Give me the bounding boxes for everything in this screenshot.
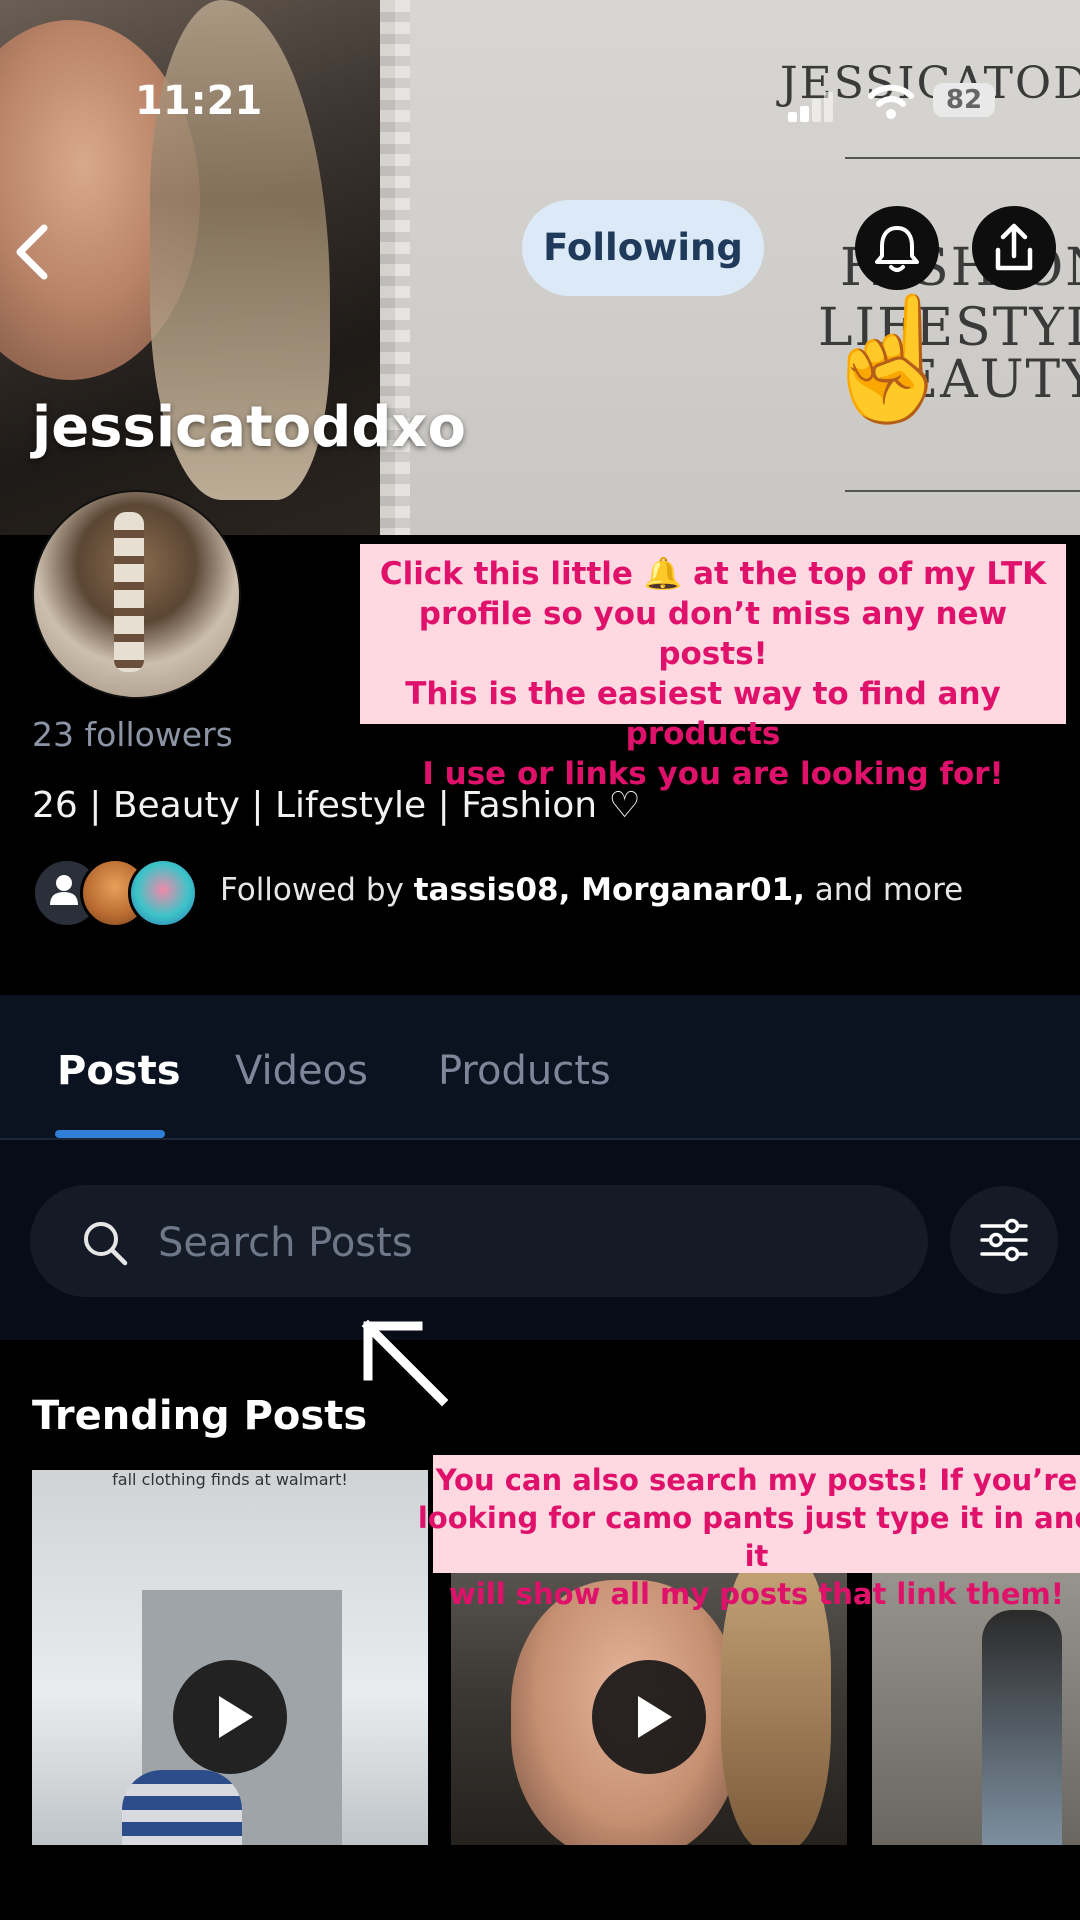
arrow-up-left-icon — [361, 1319, 449, 1407]
post-caption: fall clothing finds at walmart! — [112, 1470, 348, 1489]
status-time: 11:21 — [135, 78, 263, 124]
back-arrow-icon[interactable] — [10, 222, 54, 282]
bell-tip-line: profile so you don’t miss any new posts! — [418, 596, 1008, 672]
followed-by-text[interactable]: Followed by tassis08, Morganar01, and mo… — [220, 872, 963, 908]
following-button[interactable]: Following — [522, 200, 764, 296]
trending-posts-title: Trending Posts — [32, 1393, 368, 1439]
followed-by-prefix: Followed by — [220, 872, 414, 908]
mutual-avatar — [128, 858, 198, 928]
filter-icon — [980, 1218, 1028, 1262]
filter-button[interactable] — [950, 1186, 1058, 1294]
play-icon — [219, 1696, 253, 1738]
banner-paper-divider — [845, 157, 1080, 159]
bell-icon — [875, 226, 919, 272]
followed-by-names: tassis08, Morganar01, — [413, 872, 805, 908]
search-tip-line: You can also search my posts! If you’re — [435, 1463, 1078, 1497]
bell-tip-line: This is the easiest way to find any prod… — [405, 676, 1001, 752]
play-button[interactable] — [592, 1660, 706, 1774]
play-icon — [638, 1696, 672, 1738]
profile-username: jessicatoddxo — [32, 395, 467, 460]
trending-post-thumbnail[interactable]: fall clothing finds at walmart! — [32, 1470, 428, 1845]
profile-bio: 26 | Beauty | Lifestyle | Fashion ♡ — [32, 785, 641, 826]
post-photo-person — [122, 1770, 242, 1845]
tab-videos[interactable]: Videos — [235, 1048, 368, 1094]
avatar-photo-detail — [114, 512, 144, 672]
post-photo-person — [982, 1610, 1062, 1845]
profile-avatar[interactable] — [32, 490, 241, 699]
tab-products[interactable]: Products — [438, 1048, 611, 1094]
search-tip-line: looking for camo pants just type it in a… — [417, 1501, 1080, 1573]
battery-indicator: 82 — [933, 83, 995, 117]
bell-tip-callout: Click this little 🔔 at the top of my LTK… — [360, 544, 1066, 792]
search-placeholder: Search Posts — [158, 1220, 413, 1266]
active-tab-indicator — [55, 1130, 165, 1138]
play-button[interactable] — [173, 1660, 287, 1774]
tab-posts[interactable]: Posts — [57, 1048, 181, 1094]
notification-bell-button[interactable] — [855, 206, 939, 290]
search-tip-callout: You can also search my posts! If you’re … — [418, 1455, 1080, 1611]
share-icon — [995, 223, 1033, 271]
pointing-hand-icon: ☝️ — [815, 290, 965, 429]
search-icon — [84, 1222, 128, 1266]
wifi-icon — [868, 84, 914, 119]
bell-tip-line: Click this little 🔔 at the top of my LTK — [379, 556, 1047, 592]
share-button[interactable] — [972, 206, 1056, 290]
followed-by-suffix: and more — [804, 872, 964, 908]
followers-count[interactable]: 23 followers — [32, 715, 233, 754]
banner-paper-divider — [845, 490, 1080, 492]
search-tip-line: will show all my posts that link them! — [449, 1577, 1064, 1611]
cellular-signal-icon — [788, 92, 833, 122]
